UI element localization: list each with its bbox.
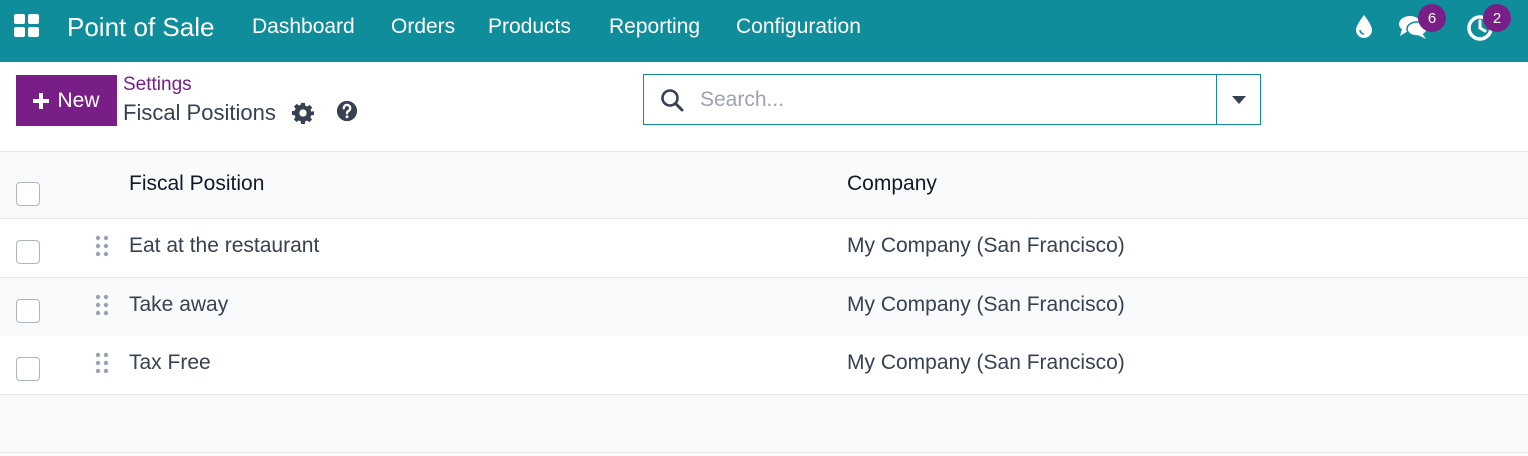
column-header-company[interactable]: Company	[847, 172, 937, 196]
page-title: Fiscal Positions	[123, 100, 276, 125]
column-header-fiscal-position[interactable]: Fiscal Position	[129, 172, 264, 196]
search-options-toggle[interactable]	[1216, 75, 1260, 124]
row-checkbox[interactable]	[16, 357, 40, 381]
activities-badge: 2	[1483, 4, 1511, 32]
search-box	[643, 74, 1261, 125]
drag-handle-icon[interactable]	[95, 294, 109, 316]
drop-icon[interactable]	[1355, 14, 1373, 38]
row-checkbox[interactable]	[16, 299, 40, 323]
table-row[interactable]: Tax Free My Company (San Francisco)	[0, 336, 1528, 395]
cell-fiscal-position: Take away	[129, 293, 229, 316]
gear-icon[interactable]	[292, 102, 314, 124]
messages-badge: 6	[1418, 4, 1446, 32]
new-button[interactable]: New	[16, 75, 117, 126]
table-row[interactable]: Take away My Company (San Francisco)	[0, 278, 1528, 337]
cell-company: My Company (San Francisco)	[847, 234, 1125, 257]
cell-fiscal-position: Tax Free	[129, 351, 211, 374]
breadcrumb-settings[interactable]: Settings	[123, 74, 192, 96]
search-input[interactable]	[700, 83, 1200, 117]
table-row[interactable]: Eat at the restaurant My Company (San Fr…	[0, 219, 1528, 278]
apps-grid-icon[interactable]	[14, 14, 40, 38]
cell-company: My Company (San Francisco)	[847, 351, 1125, 374]
menu-products[interactable]: Products	[488, 15, 571, 39]
menu-configuration[interactable]: Configuration	[736, 15, 861, 39]
drag-handle-icon[interactable]	[95, 235, 109, 257]
select-all-checkbox[interactable]	[16, 182, 40, 206]
new-button-label: New	[57, 88, 100, 112]
control-panel: New Settings Fiscal Positions	[0, 62, 1528, 152]
search-icon[interactable]	[660, 88, 684, 112]
cell-fiscal-position: Eat at the restaurant	[129, 234, 320, 257]
drag-handle-icon[interactable]	[95, 352, 109, 374]
table-header: Fiscal Position Company	[0, 152, 1528, 219]
app-title[interactable]: Point of Sale	[67, 12, 214, 43]
caret-down-icon	[1231, 95, 1246, 104]
help-icon[interactable]	[336, 100, 358, 122]
plus-icon	[33, 92, 50, 109]
menu-dashboard[interactable]: Dashboard	[252, 15, 355, 39]
menu-reporting[interactable]: Reporting	[609, 15, 700, 39]
row-checkbox[interactable]	[16, 240, 40, 264]
top-navbar: Point of Sale Dashboard Orders Products …	[0, 0, 1528, 62]
table-bottom-divider	[0, 452, 1528, 453]
menu-orders[interactable]: Orders	[391, 15, 455, 39]
cell-company: My Company (San Francisco)	[847, 293, 1125, 316]
